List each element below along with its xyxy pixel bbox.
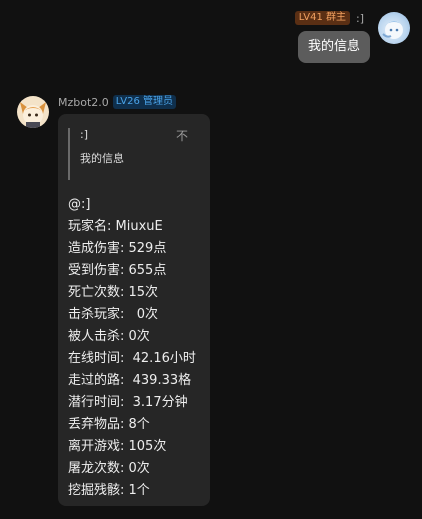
self-sender-name[interactable]: :]	[356, 12, 364, 25]
anime-character-icon	[382, 21, 403, 39]
reply-line-killed-by-players: 被人击杀: 0次	[68, 329, 150, 344]
bot-message-header: Mzbot2.0 LV26 管理员	[58, 95, 177, 109]
reply-line-mention: @:]	[68, 197, 91, 212]
bot-sender-name[interactable]: Mzbot2.0	[58, 96, 109, 109]
bot-avatar[interactable]	[17, 96, 49, 128]
reply-line-player-kills: 击杀玩家: 0次	[68, 307, 159, 322]
reply-line-online-time: 在线时间: 42.16小时	[68, 351, 196, 366]
quote-text: 我的信息	[80, 152, 124, 165]
reply-line-distance-walked: 走过的路: 439.33格	[68, 373, 192, 388]
reply-line-dragon-kills: 屠龙次数: 0次	[68, 461, 150, 476]
reply-line-damage-dealt: 造成伤害: 529点	[68, 241, 167, 256]
reply-text: @:] 玩家名: MiuxuE 造成伤害: 529点 受到伤害: 655点 死亡…	[68, 194, 200, 502]
quote-close-icon: 不	[175, 129, 188, 143]
self-message-bubble[interactable]: 我的信息	[297, 31, 370, 63]
reply-line-deaths: 死亡次数: 15次	[68, 285, 159, 300]
reply-line-items-dropped: 丢弃物品: 8个	[68, 417, 150, 432]
reply-line-games-left: 离开游戏: 105次	[68, 439, 167, 454]
quoted-message[interactable]: :] 我的信息 不	[68, 128, 200, 180]
admin-level-badge: LV26 管理员	[112, 95, 177, 109]
owner-level-badge: LV41 群主	[294, 11, 350, 25]
bot-message-bubble[interactable]: :] 我的信息 不 @:] 玩家名: MiuxuE 造成伤害: 529点 受到伤…	[58, 114, 210, 506]
anime-fox-icon	[20, 102, 46, 128]
reply-line-damage-taken: 受到伤害: 655点	[68, 263, 167, 278]
reply-line-player-name: 玩家名: MiuxuE	[68, 219, 163, 234]
reply-line-debris-mined: 挖掘残骸: 1个	[68, 483, 150, 498]
self-message-header: LV41 群主 :]	[294, 11, 364, 25]
self-avatar[interactable]	[378, 12, 410, 44]
reply-line-sneak-time: 潜行时间: 3.17分钟	[68, 395, 188, 410]
